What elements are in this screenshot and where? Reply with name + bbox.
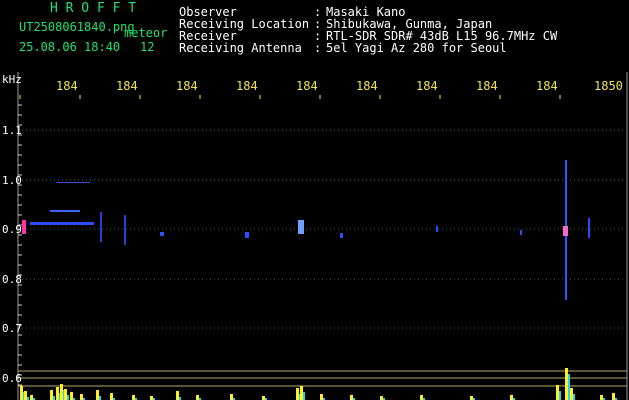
grid xyxy=(17,72,628,400)
histogram-bar xyxy=(110,393,113,400)
histogram-bar xyxy=(70,392,73,400)
histogram-bar xyxy=(53,396,55,400)
time-label: 1850 xyxy=(594,79,623,93)
time-label: 184 xyxy=(56,79,78,93)
echo-trace xyxy=(56,182,90,183)
echo-trace xyxy=(340,233,343,238)
histogram-bar xyxy=(67,395,69,400)
histogram-bar xyxy=(600,395,603,400)
histogram-bar xyxy=(80,394,83,400)
echo-count: 12 xyxy=(140,40,155,54)
histogram-bar xyxy=(568,374,570,400)
app-title: H R O F F T xyxy=(50,1,137,16)
histogram-bar xyxy=(510,395,513,400)
histogram-bar xyxy=(196,395,199,400)
echo-trace xyxy=(30,222,94,225)
time-label: 184 xyxy=(176,79,198,93)
echo-trace xyxy=(160,232,164,236)
histogram-bar xyxy=(24,391,27,400)
echo-trace xyxy=(124,215,126,245)
histogram-bar xyxy=(230,394,233,400)
echo-trace xyxy=(588,218,590,238)
histogram-bar xyxy=(612,393,615,400)
activity-histogram xyxy=(18,368,627,400)
freq-label: 0.8 xyxy=(2,273,22,286)
echo-trace xyxy=(520,230,522,235)
histogram-bar xyxy=(470,396,473,400)
histogram-bar xyxy=(559,391,561,400)
info-antenna: Receiving Antenna:5el Yagi Az 280 for Se… xyxy=(179,41,507,55)
freq-label: 0.6 xyxy=(2,372,22,385)
freq-label: 1.1 xyxy=(2,124,22,137)
histogram-bar xyxy=(565,368,568,400)
histogram-bar xyxy=(56,387,59,400)
histogram-bar xyxy=(132,395,135,400)
histogram-bar xyxy=(64,389,67,400)
histogram-bar xyxy=(300,386,303,400)
histogram-bar xyxy=(99,396,101,400)
echo-trace xyxy=(298,220,304,234)
date-time: 25.08.06 18:40 xyxy=(19,40,121,54)
time-label: 184 xyxy=(296,79,318,93)
histogram-bar xyxy=(50,390,53,400)
histogram-bar xyxy=(303,392,305,400)
histogram-bar xyxy=(96,390,99,400)
file-name: UT2508061840.png xyxy=(19,20,135,34)
freq-label: 0.9 xyxy=(2,223,22,236)
time-label: 184 xyxy=(236,79,258,93)
echo-trace xyxy=(563,226,568,236)
histogram-bar xyxy=(320,394,323,400)
echo-trace xyxy=(245,232,249,238)
histogram-bar xyxy=(556,385,559,400)
histogram-bar xyxy=(420,395,423,400)
y-axis-unit: kHz xyxy=(2,73,22,86)
histogram-bar xyxy=(30,395,33,400)
histogram-bar xyxy=(350,395,353,400)
mode-label: meteor xyxy=(124,26,168,40)
histogram-bar xyxy=(573,394,575,400)
histogram-bar xyxy=(570,388,573,400)
histogram-bar xyxy=(296,388,299,400)
histogram-bar xyxy=(262,396,265,400)
freq-label: 0.7 xyxy=(2,322,22,335)
echo-trace xyxy=(50,210,80,212)
histogram-bar xyxy=(380,396,383,400)
time-label: 184 xyxy=(116,79,138,93)
histogram-bar xyxy=(176,391,179,400)
echo-trace xyxy=(100,212,102,242)
time-label: 184 xyxy=(536,79,558,93)
echo-trace xyxy=(22,220,26,234)
spectrogram-plot xyxy=(17,72,628,400)
time-label: 184 xyxy=(416,79,438,93)
time-label: 184 xyxy=(356,79,378,93)
freq-label: 1.0 xyxy=(2,174,22,187)
histogram-bar xyxy=(150,396,153,400)
axis-ticks xyxy=(18,95,561,386)
time-label: 184 xyxy=(476,79,498,93)
histogram-bar xyxy=(60,384,63,400)
histogram-bar xyxy=(20,386,23,400)
echo-trace xyxy=(436,226,438,232)
